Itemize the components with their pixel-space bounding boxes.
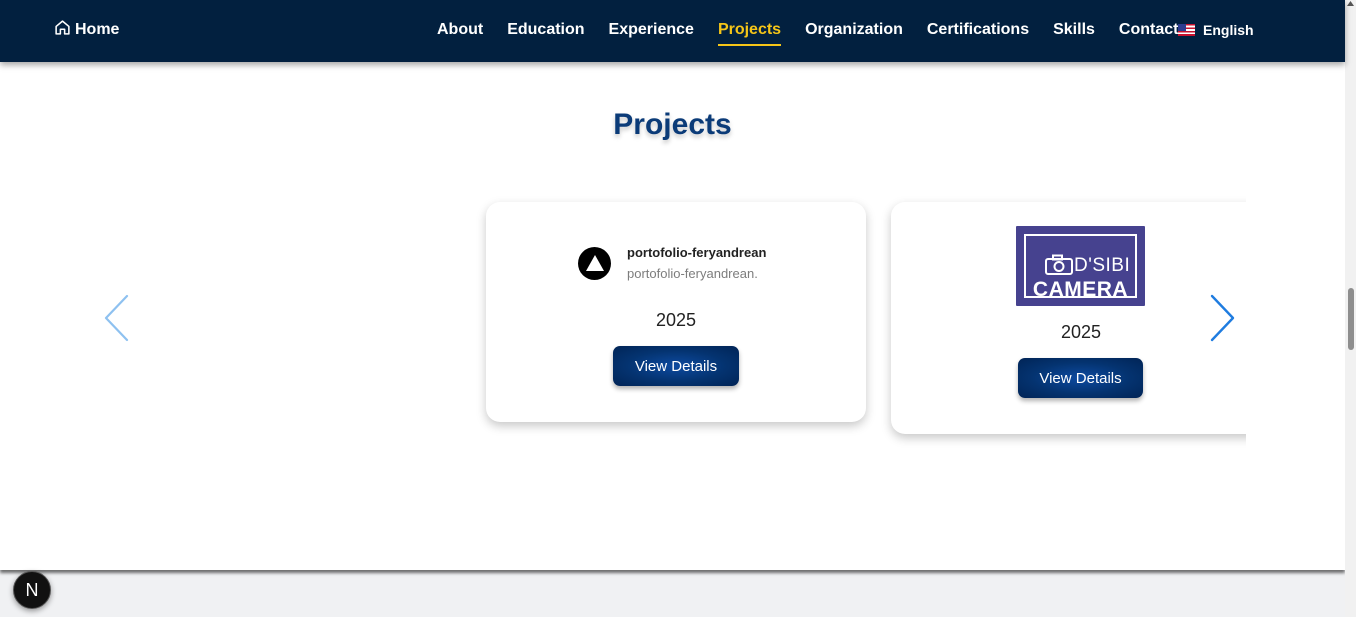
nav-item-skills[interactable]: Skills [1053, 21, 1095, 39]
view-details-button[interactable]: View Details [1018, 358, 1143, 398]
project-url: portofolio-feryandrean. [627, 266, 758, 281]
nav-item-experience[interactable]: Experience [609, 21, 694, 39]
chevron-left-icon [104, 294, 129, 342]
carousel-prev-button[interactable] [102, 294, 132, 342]
logo-text-line2: CAMERA [1032, 278, 1129, 301]
project-name: portofolio-feryandrean [627, 245, 767, 260]
nextjs-dev-badge[interactable]: N [13, 571, 51, 609]
nav-item-contact[interactable]: Contact [1119, 21, 1179, 39]
logo-text-line1: D'SIBI [1074, 255, 1131, 276]
home-icon [54, 19, 71, 41]
dsibi-camera-logo: D'SIBI CAMERA [1016, 226, 1145, 306]
project-card: D'SIBI CAMERA 2025 View Details [891, 202, 1246, 434]
project-preview: portofolio-feryandrean portofolio-feryan… [578, 245, 775, 281]
view-details-button[interactable]: View Details [613, 346, 739, 386]
project-text: portofolio-feryandrean portofolio-feryan… [627, 245, 775, 281]
page-scrollbar[interactable] [1345, 0, 1356, 617]
chevron-right-icon [1210, 294, 1235, 342]
nav-item-certifications[interactable]: Certifications [927, 21, 1029, 39]
camera-icon [1045, 254, 1073, 275]
nav-item-organization[interactable]: Organization [805, 21, 903, 39]
nav-item-education[interactable]: Education [507, 21, 584, 39]
navbar: Home About Education Experience Projects… [0, 0, 1345, 62]
project-year: 2025 [1060, 322, 1102, 342]
section-title: Projects [613, 108, 732, 141]
us-flag-icon [1178, 24, 1195, 36]
nav-home-label: Home [75, 21, 120, 38]
nav-links: About Education Experience Projects Orga… [437, 19, 1179, 46]
projects-carousel: portofolio-feryandrean portofolio-feryan… [470, 190, 1246, 460]
language-label: English [1203, 22, 1254, 38]
project-card: portofolio-feryandrean portofolio-feryan… [486, 202, 866, 422]
carousel-next-button[interactable] [1207, 294, 1237, 342]
project-year: 2025 [655, 310, 697, 330]
page: Home About Education Experience Projects… [0, 0, 1345, 570]
language-switcher[interactable]: English [1178, 20, 1254, 40]
scroll-up-icon[interactable] [1346, 0, 1355, 8]
nav-item-projects[interactable]: Projects [717, 21, 782, 46]
scroll-thumb[interactable] [1348, 288, 1354, 350]
nav-item-about[interactable]: About [437, 21, 483, 39]
vercel-triangle-icon [578, 246, 611, 280]
nav-home-link[interactable]: Home [54, 19, 119, 41]
